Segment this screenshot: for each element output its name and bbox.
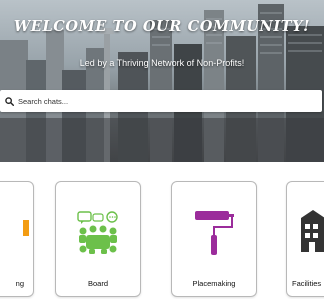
board-meeting-icon	[56, 210, 140, 256]
card-facilities[interactable]: Facilities	[286, 181, 324, 297]
card-board[interactable]: Board	[55, 181, 141, 297]
card-label-board: Board	[87, 279, 108, 288]
search-input[interactable]	[18, 96, 298, 106]
search-icon	[4, 96, 14, 106]
hero-subtitle: Led by a Thriving Network of Non-Profits…	[79, 58, 245, 68]
building-icon	[287, 210, 324, 256]
card-placemaking[interactable]: Placemaking	[171, 181, 257, 297]
hero-banner: WELCOME TO OUR COMMUNITY! Led by a Thriv…	[0, 0, 324, 162]
paint-roller-icon	[172, 210, 256, 256]
card-label-placemaking: Placemaking	[192, 279, 236, 288]
page: WELCOME TO OUR COMMUNITY! Led by a Thriv…	[0, 0, 324, 299]
partial-card-icon	[0, 210, 33, 256]
card-partial-left[interactable]: ng	[0, 181, 34, 297]
search-bar[interactable]	[0, 90, 322, 112]
card-label-facilities: Facilities	[292, 279, 322, 288]
hero-title: WELCOME TO OUR COMMUNITY!	[13, 18, 311, 35]
card-label: ng	[15, 279, 24, 288]
